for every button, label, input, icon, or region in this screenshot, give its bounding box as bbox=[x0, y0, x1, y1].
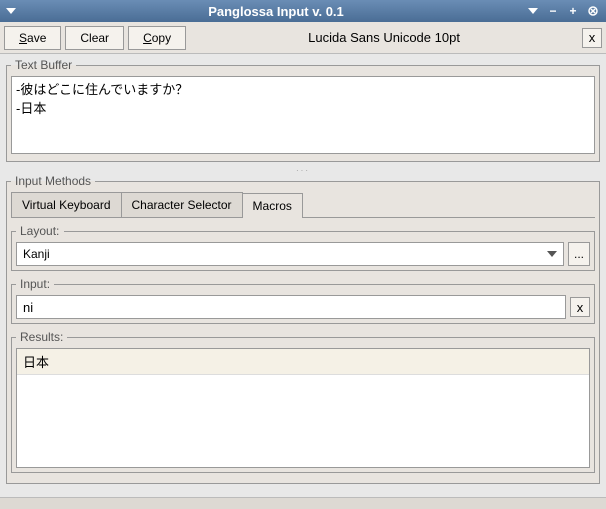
layout-more-button[interactable]: ... bbox=[568, 242, 590, 266]
minimize-icon[interactable]: − bbox=[546, 4, 560, 18]
status-bar bbox=[0, 497, 606, 509]
text-buffer-legend: Text Buffer bbox=[11, 58, 76, 72]
close-button[interactable]: x bbox=[582, 28, 602, 48]
text-buffer-textarea[interactable] bbox=[11, 76, 595, 154]
input-clear-button[interactable]: x bbox=[570, 297, 590, 317]
input-methods-group: Input Methods Virtual Keyboard Character… bbox=[6, 174, 600, 484]
input-field[interactable] bbox=[16, 295, 566, 319]
layout-select[interactable]: Kanji bbox=[16, 242, 564, 266]
window-title: Panglossa Input v. 0.1 bbox=[26, 4, 526, 19]
titlebar: Panglossa Input v. 0.1 − + bbox=[0, 0, 606, 22]
results-legend: Results: bbox=[16, 330, 67, 344]
tab-macros[interactable]: Macros bbox=[242, 193, 303, 218]
tab-character-selector[interactable]: Character Selector bbox=[121, 192, 243, 217]
layout-group: Layout: Kanji ... bbox=[11, 224, 595, 271]
clear-button[interactable]: Clear bbox=[65, 26, 124, 50]
maximize-icon[interactable]: + bbox=[566, 4, 580, 18]
result-item[interactable]: 日本 bbox=[17, 349, 589, 375]
tab-bar: Virtual Keyboard Character Selector Macr… bbox=[11, 192, 595, 218]
results-group: Results: 日本 bbox=[11, 330, 595, 473]
results-list: 日本 bbox=[16, 348, 590, 468]
save-button[interactable]: Save bbox=[4, 26, 61, 50]
input-group: Input: x bbox=[11, 277, 595, 324]
iconify-icon[interactable] bbox=[526, 4, 540, 18]
copy-button[interactable]: Copy bbox=[128, 26, 186, 50]
layout-label: Layout: bbox=[16, 224, 64, 238]
window-close-icon[interactable] bbox=[586, 4, 600, 18]
input-legend: Input: bbox=[16, 277, 54, 291]
input-methods-legend: Input Methods bbox=[11, 174, 95, 188]
text-buffer-group: Text Buffer bbox=[6, 58, 600, 162]
toolbar: Save Clear Copy Lucida Sans Unicode 10pt… bbox=[0, 22, 606, 54]
tab-virtual-keyboard[interactable]: Virtual Keyboard bbox=[11, 192, 122, 217]
window-menu-icon[interactable] bbox=[6, 8, 26, 14]
chevron-down-icon bbox=[547, 251, 557, 257]
font-label: Lucida Sans Unicode 10pt bbox=[190, 30, 578, 45]
layout-value: Kanji bbox=[23, 247, 50, 261]
